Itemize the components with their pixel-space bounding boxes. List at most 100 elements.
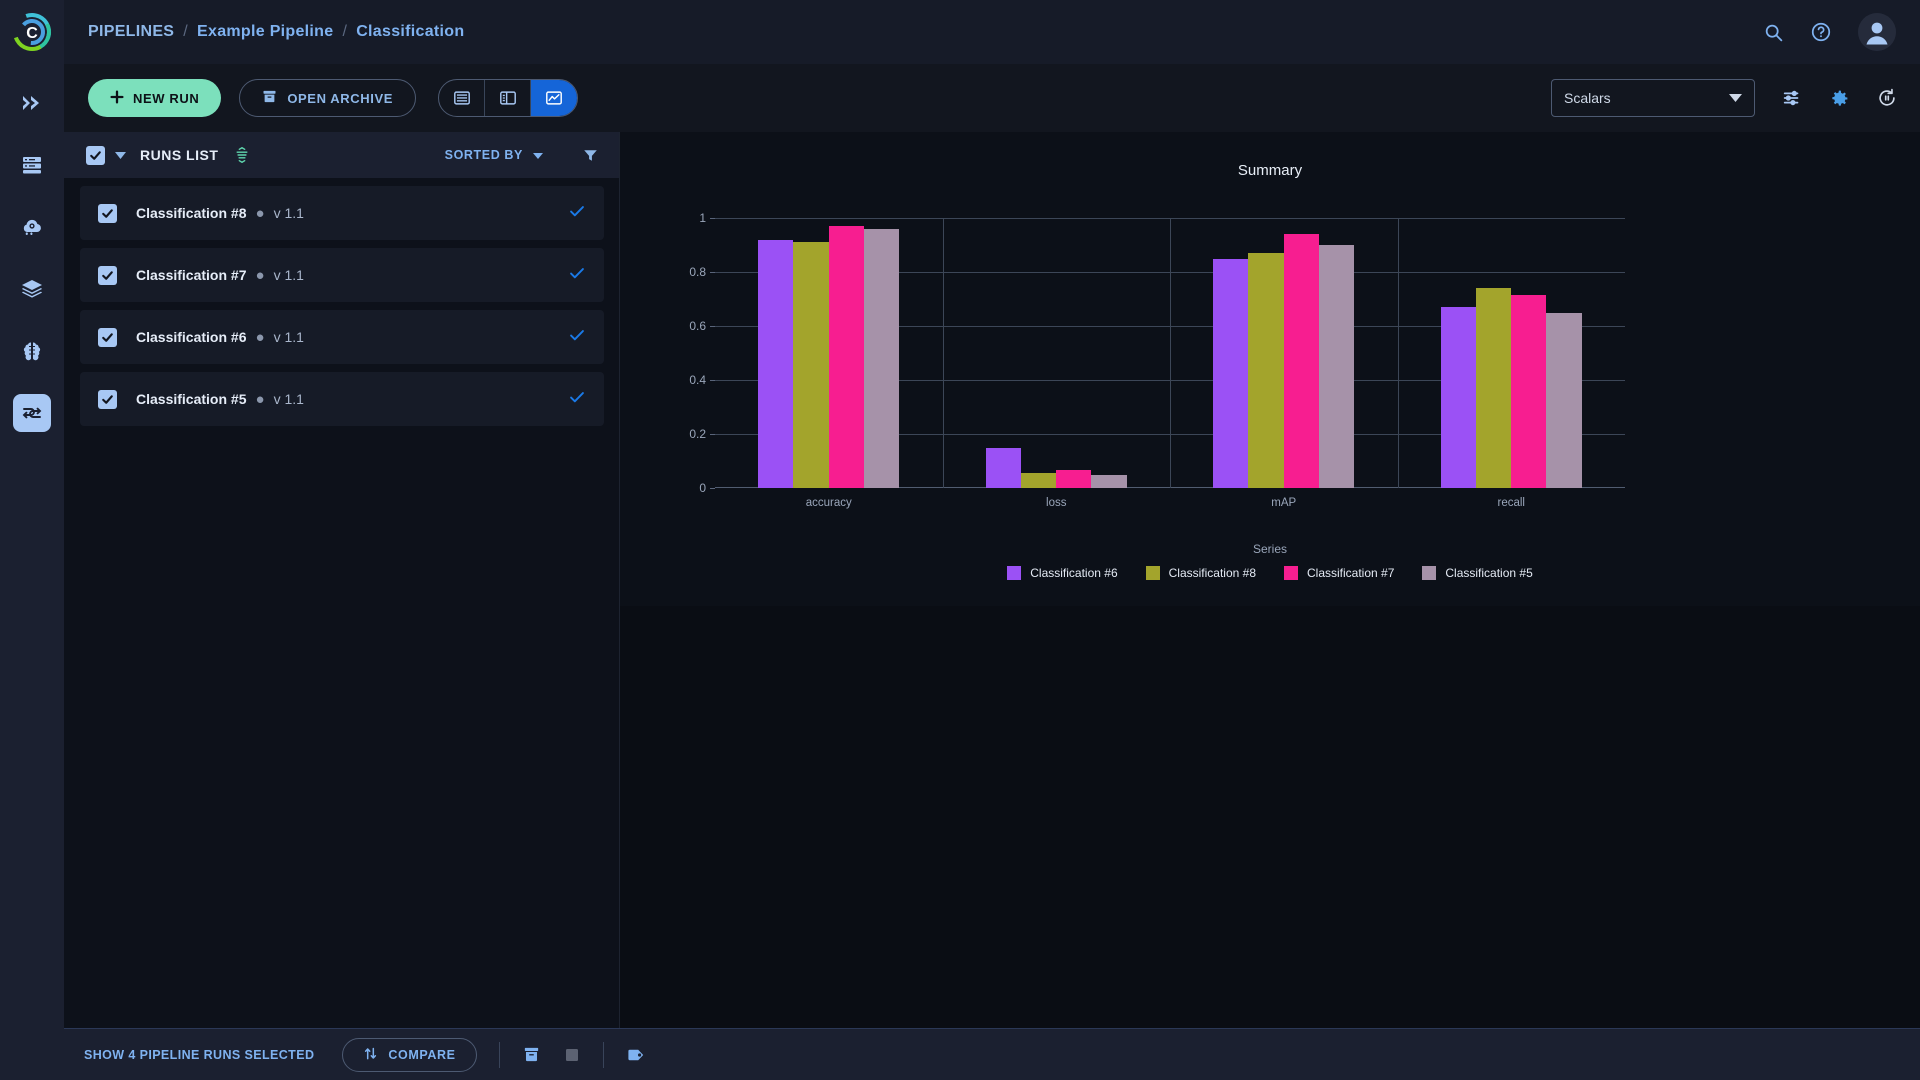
legend-item[interactable]: Classification #6 bbox=[1007, 566, 1118, 580]
list-item[interactable]: Classification #6 ● v 1.1 bbox=[80, 310, 604, 364]
left-nav-rail: C bbox=[0, 0, 64, 1080]
gear-icon[interactable] bbox=[1829, 88, 1850, 109]
chart-axis-tick bbox=[710, 488, 715, 489]
header-actions bbox=[1763, 13, 1896, 51]
action-toolbar: NEW RUN OPEN ARCHIVE Scalars bbox=[64, 64, 1920, 132]
sidebar-item-expand[interactable] bbox=[13, 84, 51, 122]
refresh-pause-icon[interactable] bbox=[1876, 87, 1898, 109]
metric-type-value: Scalars bbox=[1564, 90, 1611, 106]
view-toggle-details[interactable] bbox=[485, 80, 531, 116]
select-all-checkbox[interactable] bbox=[86, 145, 105, 165]
legend-color-swatch bbox=[1007, 566, 1022, 580]
legend-item[interactable]: Classification #5 bbox=[1422, 566, 1533, 580]
bar-group-recall: recall bbox=[1440, 218, 1582, 509]
legend-item[interactable]: Classification #7 bbox=[1284, 566, 1394, 580]
bar-mAP-classification-5[interactable] bbox=[1318, 245, 1355, 488]
runs-list-rows: Classification #8 ● v 1.1 Classification… bbox=[64, 186, 620, 426]
run-name: Classification #6 bbox=[136, 329, 247, 345]
run-name: Classification #5 bbox=[136, 391, 247, 407]
run-selected-check-icon bbox=[568, 202, 586, 225]
sidebar-item-models[interactable] bbox=[13, 332, 51, 370]
bar-recall-classification-6[interactable] bbox=[1440, 307, 1476, 488]
run-checkbox[interactable] bbox=[98, 203, 117, 223]
x-axis-category-label: mAP bbox=[1271, 497, 1297, 509]
new-run-button[interactable]: NEW RUN bbox=[88, 79, 222, 117]
new-run-label: NEW RUN bbox=[133, 90, 200, 106]
sidebar-item-projects[interactable] bbox=[13, 270, 51, 308]
rail-items bbox=[13, 84, 51, 432]
sort-ascending-icon[interactable] bbox=[234, 147, 250, 163]
run-checkbox[interactable] bbox=[98, 327, 117, 347]
archive-icon[interactable] bbox=[522, 1045, 541, 1064]
chart-legend: Classification #6 Classification #8 Classi… bbox=[620, 566, 1920, 580]
chevron-down-icon bbox=[1729, 89, 1742, 107]
run-name: Classification #8 bbox=[136, 205, 247, 221]
view-toggle-plots[interactable] bbox=[531, 80, 577, 116]
run-version: v 1.1 bbox=[273, 329, 304, 345]
chart-gridline-vertical bbox=[942, 218, 944, 488]
breadcrumb-item-pipelines[interactable]: PIPELINES bbox=[88, 23, 174, 41]
help-circle-icon[interactable] bbox=[1810, 21, 1832, 43]
open-archive-button[interactable]: OPEN ARCHIVE bbox=[239, 79, 416, 117]
run-version: v 1.1 bbox=[273, 391, 304, 407]
chart-title: Summary bbox=[1237, 162, 1303, 179]
filter-funnel-icon[interactable] bbox=[583, 148, 598, 163]
bar-loss-classification-7[interactable] bbox=[1056, 469, 1092, 488]
list-item[interactable]: Classification #5 ● v 1.1 bbox=[80, 372, 604, 426]
bar-recall-classification-7[interactable] bbox=[1511, 294, 1547, 488]
settings-sliders-icon[interactable] bbox=[1781, 87, 1803, 109]
y-axis-tick-label: 0.2 bbox=[689, 427, 706, 441]
user-avatar-icon[interactable] bbox=[1858, 13, 1896, 51]
bar-recall-classification-8[interactable] bbox=[1475, 288, 1512, 488]
compare-label: COMPARE bbox=[388, 1047, 456, 1062]
metric-type-select[interactable]: Scalars bbox=[1551, 79, 1755, 117]
sorted-by-dropdown[interactable]: SORTED BY bbox=[445, 148, 543, 162]
view-mode-toggle-group bbox=[438, 79, 578, 117]
chart-axis-tick bbox=[710, 326, 715, 327]
run-checkbox[interactable] bbox=[98, 265, 117, 285]
y-axis-tick-label: 0.8 bbox=[689, 265, 706, 279]
legend-title: Series bbox=[1252, 542, 1287, 556]
run-version: v 1.1 bbox=[273, 205, 304, 221]
chevron-down-icon[interactable] bbox=[115, 146, 126, 164]
bar-mAP-classification-6[interactable] bbox=[1213, 258, 1249, 488]
breadcrumb-item-classification[interactable]: Classification bbox=[356, 23, 464, 41]
open-archive-label: OPEN ARCHIVE bbox=[287, 90, 393, 106]
app-root: C PIPELINES / Example Pipeline / Classif… bbox=[0, 0, 1920, 1080]
list-item[interactable]: Classification #7 ● v 1.1 bbox=[80, 248, 604, 302]
compare-button[interactable]: COMPARE bbox=[342, 1037, 477, 1072]
breadcrumb-separator: / bbox=[342, 23, 348, 40]
legend-item[interactable]: Classification #8 bbox=[1145, 566, 1256, 580]
bar-accuracy-classification-7[interactable] bbox=[828, 226, 864, 488]
sidebar-item-datasets[interactable] bbox=[13, 146, 51, 184]
bar-loss-classification-8[interactable] bbox=[1020, 473, 1057, 488]
bar-loss-classification-6[interactable] bbox=[985, 447, 1021, 488]
view-toggle-list[interactable] bbox=[439, 80, 485, 116]
x-axis-category-label: loss bbox=[1046, 497, 1067, 509]
bar-accuracy-classification-5[interactable] bbox=[863, 228, 900, 488]
sorted-by-label: SORTED BY bbox=[444, 148, 523, 162]
list-item[interactable]: Classification #8 ● v 1.1 bbox=[80, 186, 604, 240]
clearml-c-logo-icon[interactable]: C bbox=[0, 0, 64, 64]
bar-loss-classification-5[interactable] bbox=[1091, 475, 1127, 488]
sidebar-item-resources[interactable] bbox=[13, 208, 51, 246]
bar-recall-classification-5[interactable] bbox=[1546, 312, 1582, 488]
bar-chart-plot-area[interactable]: 0 0.2 0.4 0.6 0.8 1 accuracy loss mAP recall bbox=[689, 211, 1625, 509]
selection-count-label[interactable]: SHOW 4 PIPELINE RUNS SELECTED bbox=[84, 1048, 314, 1062]
breadcrumb-separator: / bbox=[183, 23, 189, 40]
bar-mAP-classification-8[interactable] bbox=[1248, 253, 1284, 488]
run-status-dot: ● bbox=[255, 390, 265, 408]
bar-mAP-classification-7[interactable] bbox=[1283, 234, 1319, 488]
sidebar-item-pipelines[interactable] bbox=[13, 394, 51, 432]
run-name: Classification #7 bbox=[136, 267, 247, 283]
run-checkbox[interactable] bbox=[98, 389, 117, 409]
archive-box-icon bbox=[262, 89, 277, 107]
stop-square-icon[interactable] bbox=[563, 1046, 581, 1064]
bottom-selection-bar: SHOW 4 PIPELINE RUNS SELECTED COMPARE bbox=[64, 1028, 1920, 1080]
breadcrumb-item-example-pipeline[interactable]: Example Pipeline bbox=[197, 23, 333, 41]
tag-icon[interactable] bbox=[626, 1045, 646, 1065]
bar-accuracy-classification-8[interactable] bbox=[793, 242, 829, 488]
search-icon[interactable] bbox=[1763, 22, 1784, 43]
bar-accuracy-classification-6[interactable] bbox=[758, 239, 794, 488]
run-version: v 1.1 bbox=[273, 267, 304, 283]
